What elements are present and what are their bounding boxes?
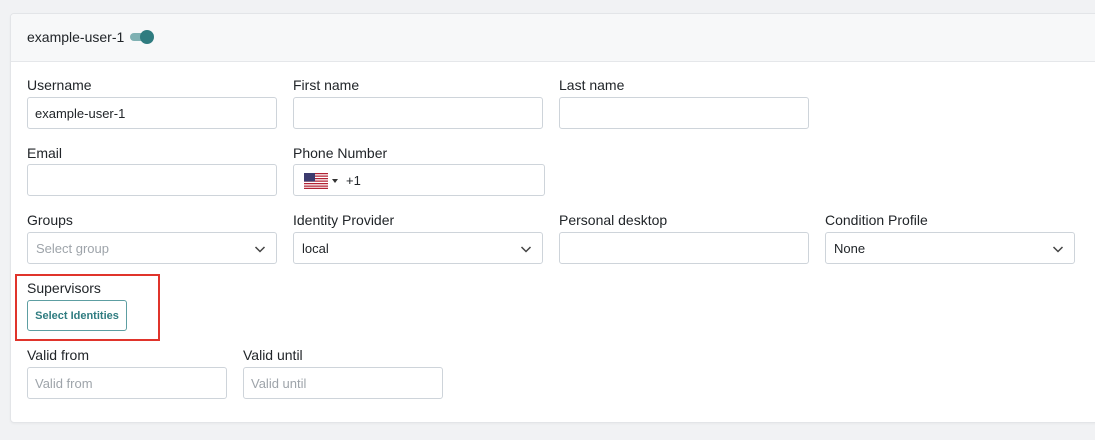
card-title: example-user-1 — [27, 29, 125, 45]
country-selector[interactable] — [302, 172, 342, 190]
card-header: example-user-1 — [11, 14, 1095, 62]
groups-select[interactable]: Select group — [27, 232, 277, 264]
chevron-down-icon — [520, 246, 532, 253]
groups-placeholder: Select group — [36, 241, 109, 256]
first-name-label: First name — [293, 77, 360, 93]
dial-code: +1 — [346, 173, 361, 188]
caret-down-icon — [332, 179, 338, 183]
username-label: Username — [27, 77, 92, 93]
identity-provider-value: local — [302, 241, 329, 256]
condition-profile-select[interactable]: None — [825, 232, 1075, 264]
us-flag-icon — [304, 173, 328, 189]
identity-provider-label: Identity Provider — [293, 212, 395, 228]
condition-profile-value: None — [834, 241, 866, 256]
valid-until-label: Valid until — [243, 347, 303, 363]
last-name-label: Last name — [559, 77, 625, 93]
last-name-input[interactable] — [559, 97, 809, 129]
condition-profile-label: Condition Profile — [825, 212, 928, 228]
email-label: Email — [27, 145, 63, 161]
enabled-toggle[interactable] — [128, 30, 154, 44]
toggle-knob — [140, 30, 154, 44]
personal-desktop-label: Personal desktop — [559, 212, 668, 228]
valid-from-input[interactable] — [27, 367, 227, 399]
phone-field[interactable]: +1 — [293, 164, 545, 196]
identity-provider-select[interactable]: local — [293, 232, 543, 264]
personal-desktop-input[interactable] — [559, 232, 809, 264]
valid-until-input[interactable] — [243, 367, 443, 399]
groups-label: Groups — [27, 212, 73, 228]
phone-label: Phone Number — [293, 145, 388, 161]
chevron-down-icon — [254, 246, 266, 253]
username-input[interactable] — [27, 97, 277, 129]
supervisors-label: Supervisors — [27, 280, 101, 296]
valid-from-label: Valid from — [27, 347, 89, 363]
chevron-down-icon — [1052, 246, 1064, 253]
first-name-input[interactable] — [293, 97, 543, 129]
email-input[interactable] — [27, 164, 277, 196]
user-card: example-user-1 — [10, 13, 1095, 423]
select-identities-button[interactable]: Select Identities — [27, 300, 127, 331]
